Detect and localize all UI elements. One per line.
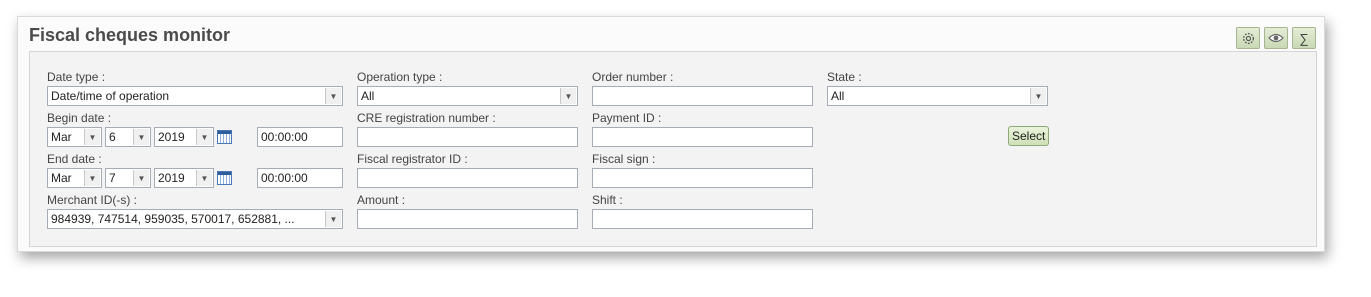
sum-button[interactable]: ∑: [1292, 27, 1316, 49]
fiscal-cheques-window: Fiscal cheques monitor ∑ Date type : Dat…: [17, 16, 1325, 252]
operation-type-label: Operation type :: [357, 70, 443, 84]
payment-id-label: Payment ID :: [592, 111, 662, 125]
amount-input[interactable]: [357, 209, 578, 229]
order-number-label: Order number :: [592, 70, 674, 84]
operation-type-value: All: [361, 89, 375, 103]
chevron-down-icon: ▼: [1030, 88, 1046, 104]
order-number-input[interactable]: [592, 86, 813, 106]
merchant-ids-value: 984939, 747514, 959035, 570017, 652881, …: [51, 212, 295, 226]
settings-button[interactable]: [1236, 27, 1260, 49]
begin-day-value: 6: [109, 130, 116, 144]
chevron-down-icon: ▼: [196, 129, 212, 145]
state-value: All: [831, 89, 845, 103]
eye-icon: [1268, 33, 1284, 43]
chevron-down-icon: ▼: [325, 88, 341, 104]
sum-icon: ∑: [1299, 30, 1309, 46]
page-title: Fiscal cheques monitor: [29, 25, 231, 45]
begin-year-value: 2019: [158, 130, 185, 144]
shift-label: Shift :: [592, 193, 623, 207]
payment-id-input[interactable]: [592, 127, 813, 147]
merchant-ids-select[interactable]: 984939, 747514, 959035, 570017, 652881, …: [47, 209, 343, 229]
end-day-value: 7: [109, 171, 116, 185]
chevron-down-icon: ▼: [196, 170, 212, 186]
chevron-down-icon: ▼: [325, 211, 341, 227]
end-day-select[interactable]: 7 ▼: [105, 168, 151, 188]
settings-icon: [1242, 32, 1254, 44]
fiscal-sign-label: Fiscal sign :: [592, 152, 656, 166]
chevron-down-icon: ▼: [84, 129, 100, 145]
begin-date-label: Begin date :: [47, 111, 112, 125]
begin-month-value: Mar: [51, 130, 72, 144]
filter-panel: Date type : Date/time of operation ▼ Beg…: [29, 51, 1317, 247]
toolbar: ∑: [1236, 27, 1316, 49]
end-month-value: Mar: [51, 171, 72, 185]
fiscal-registrator-input[interactable]: [357, 168, 578, 188]
date-type-value: Date/time of operation: [51, 89, 170, 103]
end-month-select[interactable]: Mar ▼: [47, 168, 102, 188]
chevron-down-icon: ▼: [133, 170, 149, 186]
end-year-select[interactable]: 2019 ▼: [154, 168, 214, 188]
state-label: State :: [827, 70, 862, 84]
cre-registration-label: CRE registration number :: [357, 111, 496, 125]
begin-month-select[interactable]: Mar ▼: [47, 127, 102, 147]
date-type-select[interactable]: Date/time of operation ▼: [47, 86, 343, 106]
begin-time-value: 00:00:00: [261, 130, 308, 144]
begin-calendar-icon[interactable]: [217, 130, 232, 144]
select-button[interactable]: Select: [1008, 126, 1050, 146]
end-date-label: End date :: [47, 152, 102, 166]
end-year-value: 2019: [158, 171, 185, 185]
state-select[interactable]: All ▼: [827, 86, 1048, 106]
chevron-down-icon: ▼: [84, 170, 100, 186]
fiscal-sign-input[interactable]: [592, 168, 813, 188]
merchant-ids-label: Merchant ID(-s) :: [47, 193, 138, 207]
chevron-down-icon: ▼: [560, 88, 576, 104]
view-button[interactable]: [1264, 27, 1288, 49]
operation-type-select[interactable]: All ▼: [357, 86, 578, 106]
shift-input[interactable]: [592, 209, 813, 229]
fiscal-registrator-label: Fiscal registrator ID :: [357, 152, 468, 166]
amount-label: Amount :: [357, 193, 406, 207]
begin-time-input[interactable]: 00:00:00: [257, 127, 343, 147]
begin-year-select[interactable]: 2019 ▼: [154, 127, 214, 147]
chevron-down-icon: ▼: [133, 129, 149, 145]
date-type-label: Date type :: [47, 70, 106, 84]
begin-day-select[interactable]: 6 ▼: [105, 127, 151, 147]
cre-registration-input[interactable]: [357, 127, 578, 147]
end-calendar-icon[interactable]: [217, 171, 232, 185]
end-time-input[interactable]: 00:00:00: [257, 168, 343, 188]
end-time-value: 00:00:00: [261, 171, 308, 185]
